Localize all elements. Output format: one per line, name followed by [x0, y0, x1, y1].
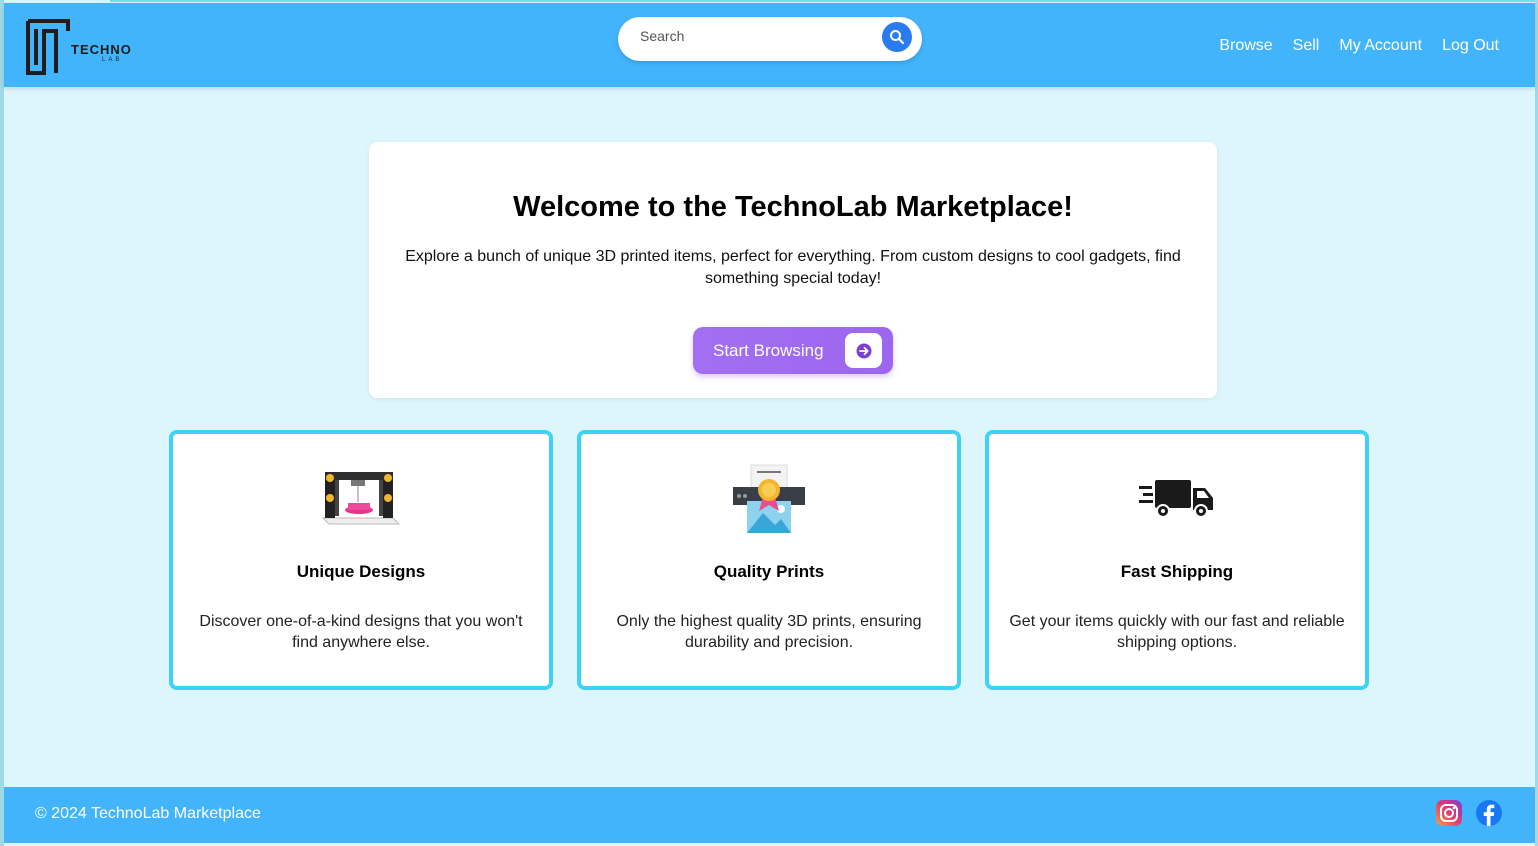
- feature-text: Get your items quickly with our fast and…: [1009, 613, 1345, 651]
- main-nav: Browse Sell My Account Log Out: [1199, 37, 1499, 55]
- feature-text: Only the highest quality 3D prints, ensu…: [616, 613, 922, 651]
- start-browsing-button[interactable]: Start Browsing: [693, 327, 893, 374]
- technolab-logo[interactable]: TECHNO LAB: [26, 17, 138, 75]
- feature-title: Fast Shipping: [1120, 562, 1234, 581]
- feature-card-quality-prints: Quality Prints Only the highest quality …: [577, 430, 961, 690]
- window-top-border: [110, 0, 1538, 2]
- start-browsing-label: Start Browsing: [713, 341, 824, 360]
- delivery-truck-icon: [989, 462, 1365, 536]
- copyright-text: © 2024 TechnoLab Marketplace: [35, 805, 261, 822]
- page: TECHNO LAB Browse Sell My Account Log Ou…: [0, 0, 1538, 846]
- hero-text: Explore a bunch of unique 3D printed ite…: [405, 248, 1181, 287]
- site-footer: © 2024 TechnoLab Marketplace: [4, 787, 1535, 843]
- nav-sell[interactable]: Sell: [1293, 37, 1320, 55]
- search-bar: [618, 17, 922, 61]
- search-input[interactable]: [638, 23, 872, 49]
- logo-mark-icon: [26, 19, 70, 75]
- quality-print-icon: [581, 462, 957, 536]
- nav-my-account[interactable]: My Account: [1339, 37, 1422, 55]
- social-links: [1435, 799, 1503, 827]
- nav-browse[interactable]: Browse: [1219, 37, 1272, 55]
- nav-log-out[interactable]: Log Out: [1442, 37, 1499, 55]
- feature-title: Quality Prints: [713, 562, 825, 581]
- window-left-border: [0, 0, 4, 846]
- logo-word: TECHNO: [71, 42, 132, 57]
- feature-text: Discover one-of-a-kind designs that you …: [199, 613, 523, 651]
- feature-card-fast-shipping: Fast Shipping Get your items quickly wit…: [985, 430, 1369, 690]
- instagram-icon[interactable]: [1435, 799, 1463, 827]
- logo-subword: LAB: [102, 57, 123, 63]
- arrow-right-icon: [845, 333, 882, 368]
- feature-title: Unique Designs: [296, 562, 426, 581]
- site-header: TECHNO LAB Browse Sell My Account Log Ou…: [4, 3, 1535, 87]
- facebook-icon[interactable]: [1475, 799, 1503, 827]
- search-button[interactable]: [882, 22, 912, 52]
- 3d-printer-icon: [173, 462, 549, 536]
- search-icon: [890, 30, 905, 45]
- hero-title: Welcome to the TechnoLab Marketplace!: [513, 191, 1073, 223]
- feature-card-unique-designs: Unique Designs Discover one-of-a-kind de…: [169, 430, 553, 690]
- hero-panel: Welcome to the TechnoLab Marketplace! Ex…: [369, 142, 1217, 398]
